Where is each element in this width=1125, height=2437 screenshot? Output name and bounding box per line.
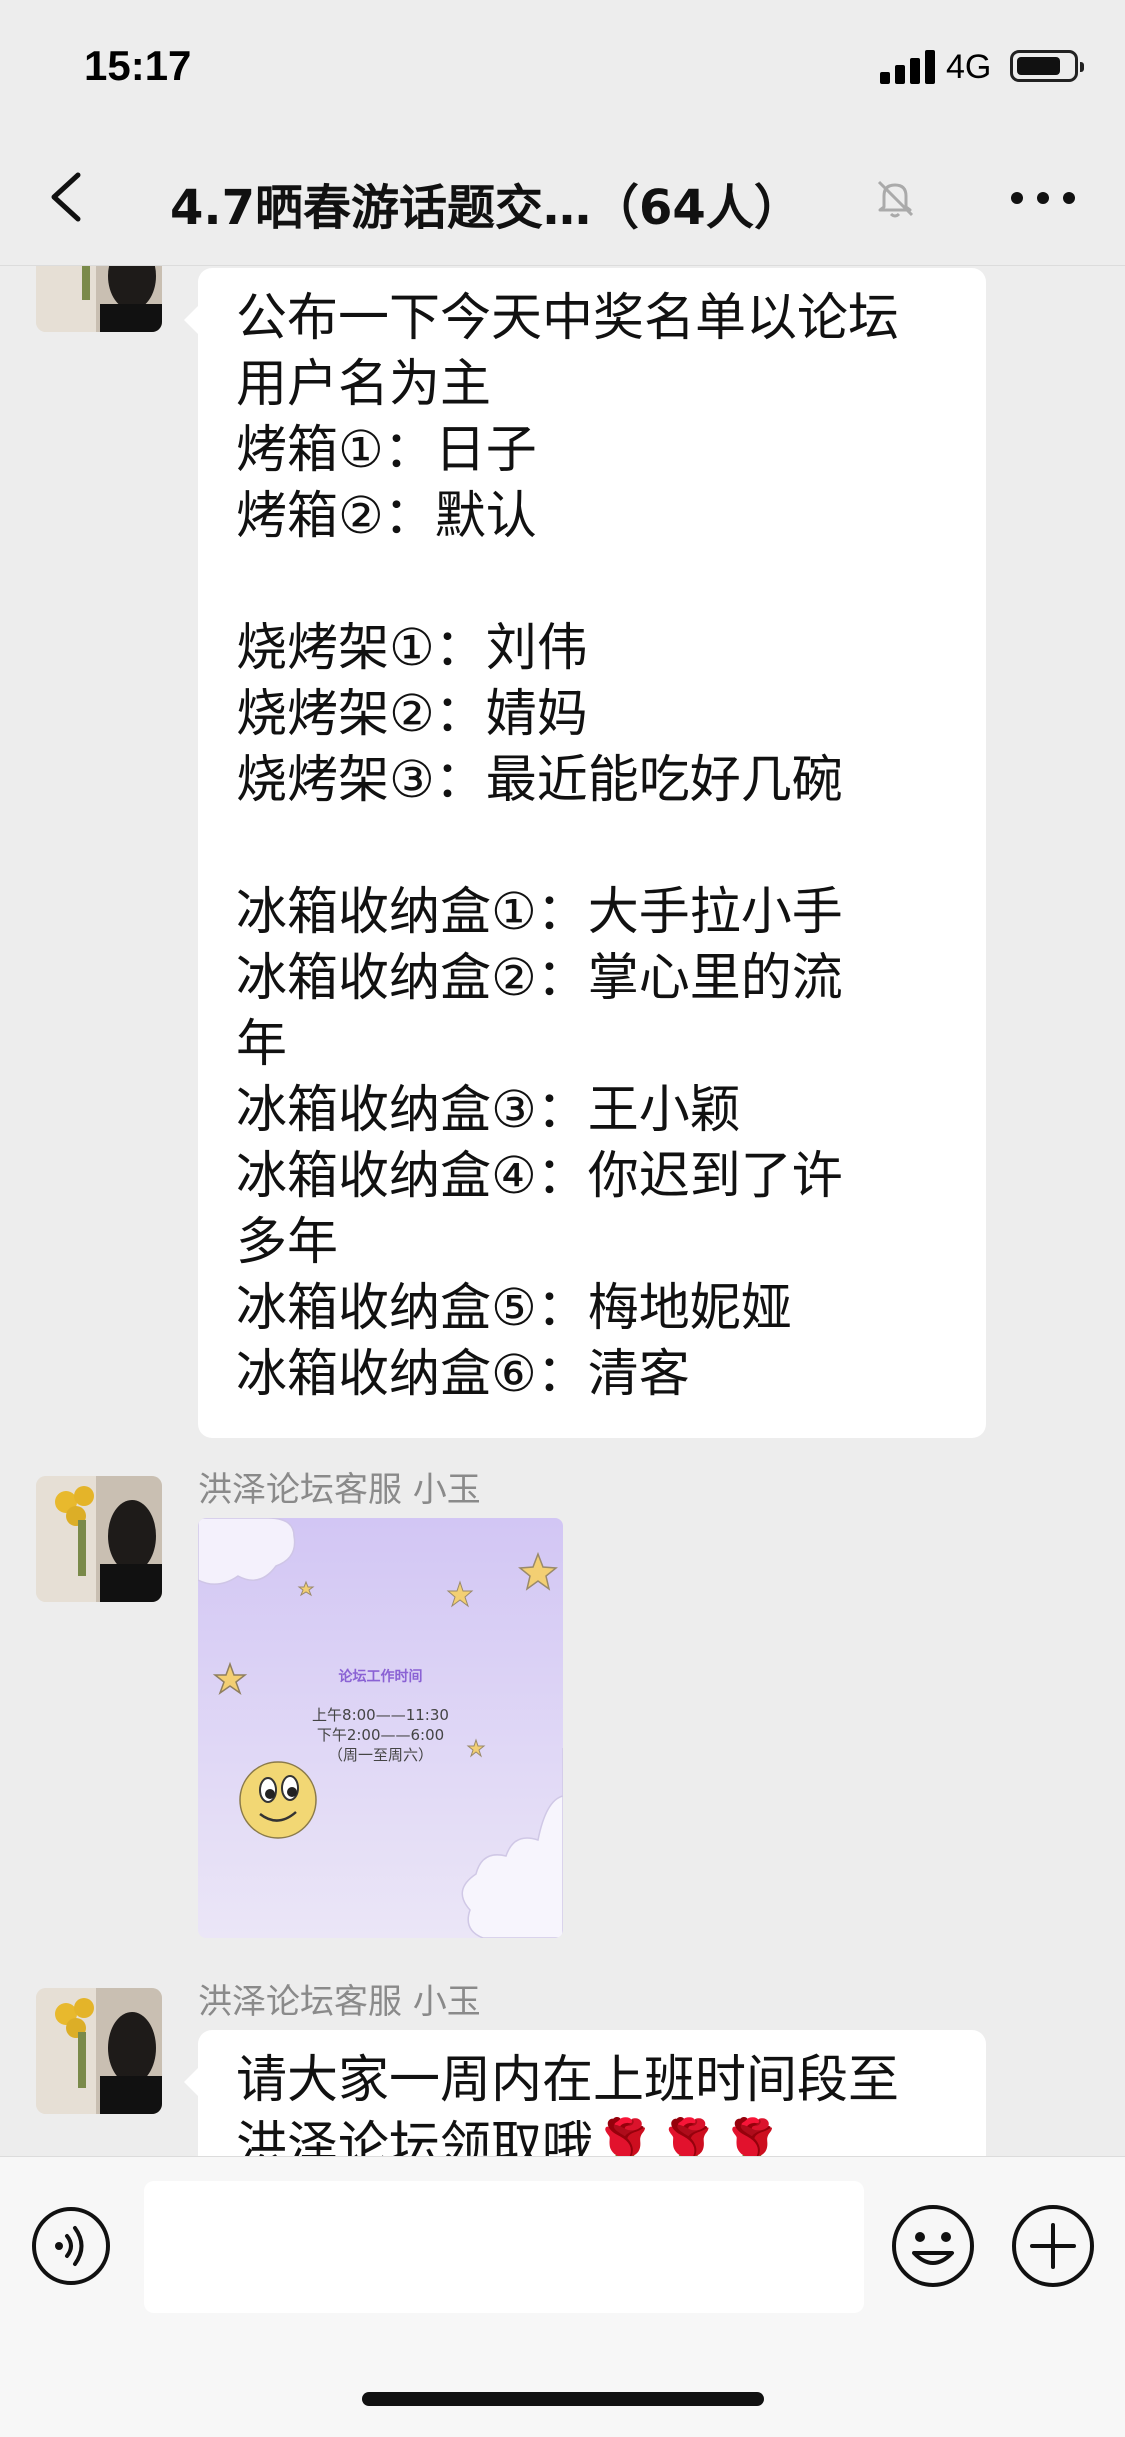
message-line: 冰箱收纳盒⑥：清客 [236, 1345, 690, 1404]
message-line [236, 814, 948, 880]
message-line: 公布一下今天中奖名单以论坛 [236, 289, 900, 348]
voice-icon[interactable] [30, 2205, 112, 2287]
message-line: 冰箱收纳盒①：大手拉小手 [236, 883, 843, 942]
plus-circle-icon[interactable] [1010, 2203, 1096, 2289]
poster-text-line: （周一至周六） [327, 1746, 433, 1764]
signal-icon [880, 50, 936, 84]
avatar[interactable] [36, 1988, 162, 2114]
message-line: 冰箱收纳盒⑤：梅地妮娅 [236, 1279, 792, 1338]
message-line: 多年 [236, 1213, 339, 1272]
poster-text-line: 上午8:00——11:30 [312, 1706, 449, 1724]
sender-name: 洪泽论坛客服 小玉 [198, 1982, 481, 2022]
message-line: 烧烤架②：婧妈 [236, 685, 588, 744]
poster-text-line: 下午2:00——6:00 [316, 1726, 445, 1744]
message-line: 烧烤架③：最近能吃好几碗 [236, 751, 843, 810]
status-time: 15:17 [84, 42, 192, 89]
battery-level [1017, 57, 1060, 75]
avatar[interactable] [36, 266, 162, 332]
message-line: 烤箱②：默认 [236, 487, 537, 546]
image-message[interactable]: 论坛工作时间 上午8:00——11:30 下午2:00——6:00 （周一至周六… [198, 1518, 563, 1938]
battery-icon [1010, 50, 1084, 82]
bell-slash-icon [877, 180, 914, 218]
message-bubble[interactable]: 公布一下今天中奖名单以论坛 用户名为主 烤箱①：日子 烤箱②：默认 烧烤架①：刘伟 烧烤架… [184, 268, 986, 1438]
message-line: 烧烤架①：刘伟 [236, 619, 588, 678]
ellipsis-icon[interactable] [1008, 188, 1078, 208]
message-input[interactable] [144, 2181, 864, 2313]
chevron-left-icon[interactable] [40, 167, 100, 227]
network-type: 4G [946, 48, 992, 86]
message-line: 冰箱收纳盒③：王小颖 [236, 1081, 741, 1140]
sender-name: 洪泽论坛客服 小玉 [198, 1470, 481, 1510]
message-line: 冰箱收纳盒④：你迟到了许 [236, 1147, 843, 1206]
avatar[interactable] [36, 1476, 162, 1602]
message-text: 请大家一周内在上班时间段至洪泽论坛领取哦🌹🌹🌹 [236, 2048, 948, 2156]
message-line: 冰箱收纳盒②：掌心里的流 [236, 949, 843, 1008]
message-line: 用户名为主 [236, 355, 492, 414]
message-bubble[interactable]: 请大家一周内在上班时间段至洪泽论坛领取哦🌹🌹🌹 [184, 2030, 986, 2156]
status-bar: 15:17 4G [0, 0, 1125, 130]
message-text: 公布一下今天中奖名单以论坛 用户名为主 烤箱①：日子 烤箱②：默认 烧烤架①：刘伟 烧烤架… [236, 286, 948, 1408]
chat-header: 4.7晒春游话题交…（64人） [0, 130, 1125, 266]
home-indicator [362, 2392, 764, 2406]
message-line [236, 550, 948, 616]
message-line: 请大家一周内在上班时间段至 [236, 2051, 900, 2110]
message-line: 烤箱①：日子 [236, 421, 537, 480]
message-line: 年 [236, 1015, 288, 1074]
poster-title: 论坛工作时间 [338, 1669, 423, 1685]
message-list[interactable]: 公布一下今天中奖名单以论坛 用户名为主 烤箱①：日子 烤箱②：默认 烧烤架①：刘伟 烧烤架… [0, 266, 1125, 2156]
chat-title[interactable]: 4.7晒春游话题交…（64人） [170, 168, 802, 238]
message-line: 洪泽论坛领取哦🌹🌹🌹 [236, 2117, 784, 2156]
smiley-icon[interactable] [890, 2203, 976, 2289]
